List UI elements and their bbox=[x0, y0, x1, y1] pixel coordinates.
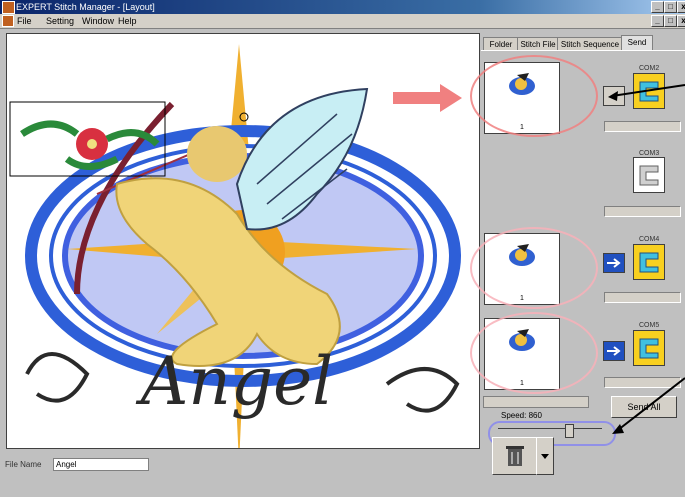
tab-stitch-sequence[interactable]: Stitch Sequence bbox=[557, 37, 623, 51]
angel-head bbox=[187, 126, 247, 182]
highlight-ring-com5 bbox=[470, 312, 598, 394]
tab-stitch-file[interactable]: Stitch File bbox=[517, 37, 559, 51]
send-arrow-icon[interactable] bbox=[603, 253, 625, 273]
file-name-field[interactable]: Angel bbox=[53, 458, 149, 471]
delete-button[interactable] bbox=[492, 437, 538, 475]
chevron-down-icon bbox=[541, 454, 549, 459]
speed-label: Speed: 860 bbox=[501, 411, 542, 420]
flower-center bbox=[87, 139, 97, 149]
close-button[interactable]: x bbox=[677, 1, 685, 13]
speed-value: 860 bbox=[528, 411, 542, 420]
doc-close-button[interactable]: x bbox=[677, 15, 685, 27]
document-icon bbox=[2, 15, 14, 27]
window-title: EXPERT Stitch Manager - [Layout] bbox=[16, 2, 155, 12]
thumbnail-scrollbar[interactable] bbox=[483, 396, 589, 408]
speed-label-text: Speed: bbox=[501, 411, 527, 420]
com-label: COM2 bbox=[639, 65, 660, 72]
send-arrow-icon[interactable] bbox=[603, 86, 625, 106]
doc-minimize-button[interactable]: _ bbox=[651, 15, 664, 27]
angel-design-image: Angel bbox=[9, 44, 461, 448]
title-bar: EXPERT Stitch Manager - [Layout] _ □ x bbox=[0, 0, 685, 14]
send-all-button[interactable]: Send All bbox=[611, 396, 677, 418]
com-label: COM5 bbox=[639, 322, 660, 329]
script-swirl-left bbox=[25, 352, 90, 403]
design-canvas[interactable]: Angel bbox=[6, 33, 480, 449]
app-icon bbox=[2, 1, 15, 14]
menu-file[interactable]: File bbox=[17, 15, 32, 27]
send-progress-bar bbox=[604, 206, 681, 217]
send-progress-bar bbox=[604, 377, 681, 388]
tab-divider bbox=[481, 50, 685, 51]
trash-icon bbox=[506, 446, 524, 466]
minimize-button[interactable]: _ bbox=[651, 1, 664, 13]
delete-dropdown-button[interactable] bbox=[536, 437, 554, 475]
embroidery-machine-icon[interactable] bbox=[633, 73, 665, 109]
maximize-button[interactable]: □ bbox=[664, 1, 677, 13]
send-arrow-icon[interactable] bbox=[603, 341, 625, 361]
script-swirl-right bbox=[385, 367, 460, 413]
embroidery-machine-icon[interactable] bbox=[633, 244, 665, 280]
highlight-ring-com2 bbox=[470, 55, 598, 137]
send-progress-bar bbox=[604, 292, 681, 303]
tab-folder[interactable]: Folder bbox=[483, 37, 519, 51]
tab-send[interactable]: Send bbox=[621, 35, 653, 51]
com-label: COM4 bbox=[639, 236, 660, 243]
menu-bar: File Setting Window Help _ □ x bbox=[0, 14, 685, 29]
menu-window[interactable]: Window bbox=[82, 15, 114, 27]
highlight-ring-com4 bbox=[470, 227, 598, 309]
menu-setting[interactable]: Setting bbox=[46, 15, 74, 27]
menu-help[interactable]: Help bbox=[118, 15, 137, 27]
doc-maximize-button[interactable]: □ bbox=[664, 15, 677, 27]
file-name-label: File Name bbox=[5, 460, 42, 469]
embroidery-machine-icon[interactable] bbox=[633, 330, 665, 366]
embroidery-machine-icon[interactable] bbox=[633, 157, 665, 193]
send-progress-bar bbox=[604, 121, 681, 132]
com-label: COM3 bbox=[639, 150, 660, 157]
design-script-text: Angel bbox=[135, 343, 334, 420]
